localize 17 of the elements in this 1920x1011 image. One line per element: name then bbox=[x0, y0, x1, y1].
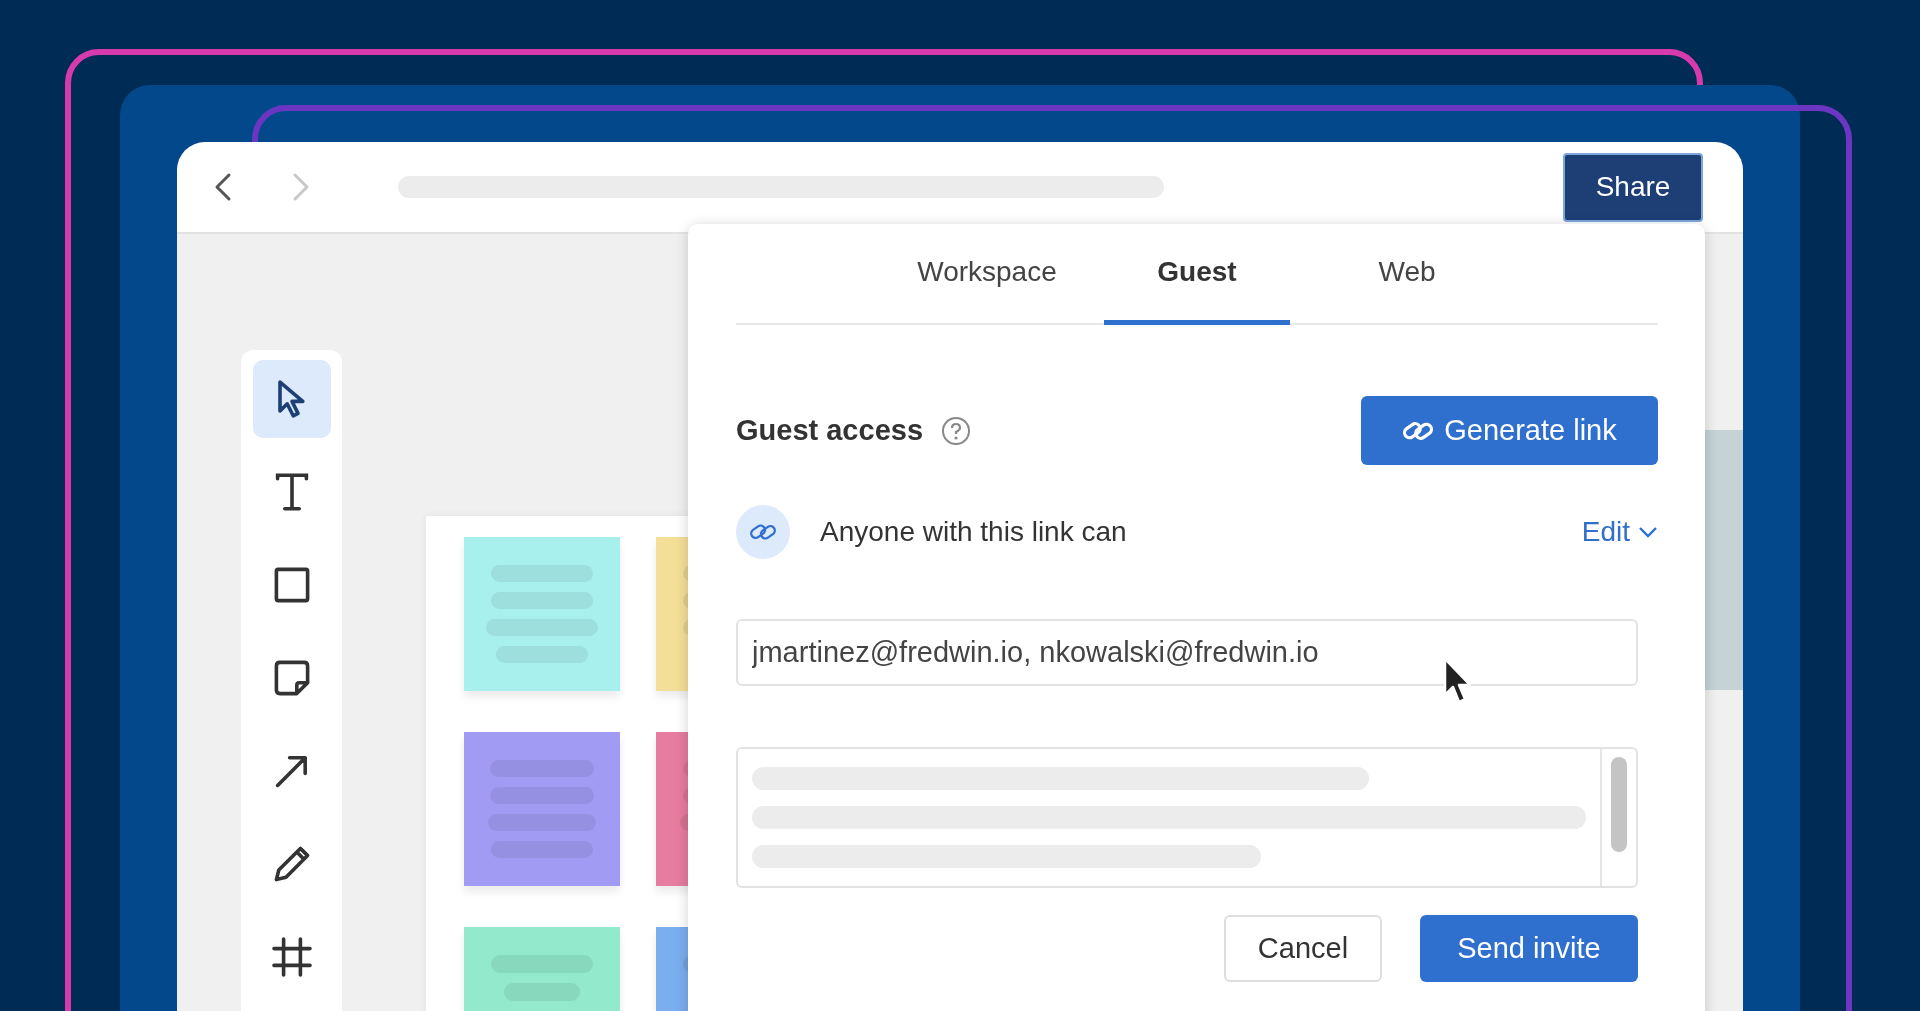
generate-link-button[interactable]: Generate link bbox=[1361, 396, 1658, 465]
tab[interactable]: Web bbox=[1314, 224, 1500, 325]
scrollbar-thumb[interactable] bbox=[1611, 757, 1627, 852]
permission-dropdown[interactable]: Edit bbox=[1581, 516, 1658, 548]
send-invite-button[interactable]: Send invite bbox=[1420, 915, 1638, 982]
help-icon[interactable] bbox=[941, 415, 971, 446]
select-tool-button[interactable] bbox=[253, 360, 331, 438]
link-icon bbox=[736, 505, 790, 559]
email-input-field[interactable]: jmartinez@fredwin.io, nkowalski@fredwin.io bbox=[736, 619, 1638, 686]
cancel-button[interactable]: Cancel bbox=[1224, 915, 1382, 982]
link-permission-label: Anyone with this link can bbox=[820, 516, 1127, 548]
section-title: Guest access bbox=[736, 414, 923, 447]
tab[interactable]: Guest bbox=[1104, 224, 1290, 325]
chevron-down-icon bbox=[1638, 526, 1658, 538]
message-field[interactable] bbox=[736, 747, 1638, 888]
tab[interactable]: Workspace bbox=[894, 224, 1080, 325]
share-button[interactable]: Share bbox=[1563, 152, 1703, 222]
